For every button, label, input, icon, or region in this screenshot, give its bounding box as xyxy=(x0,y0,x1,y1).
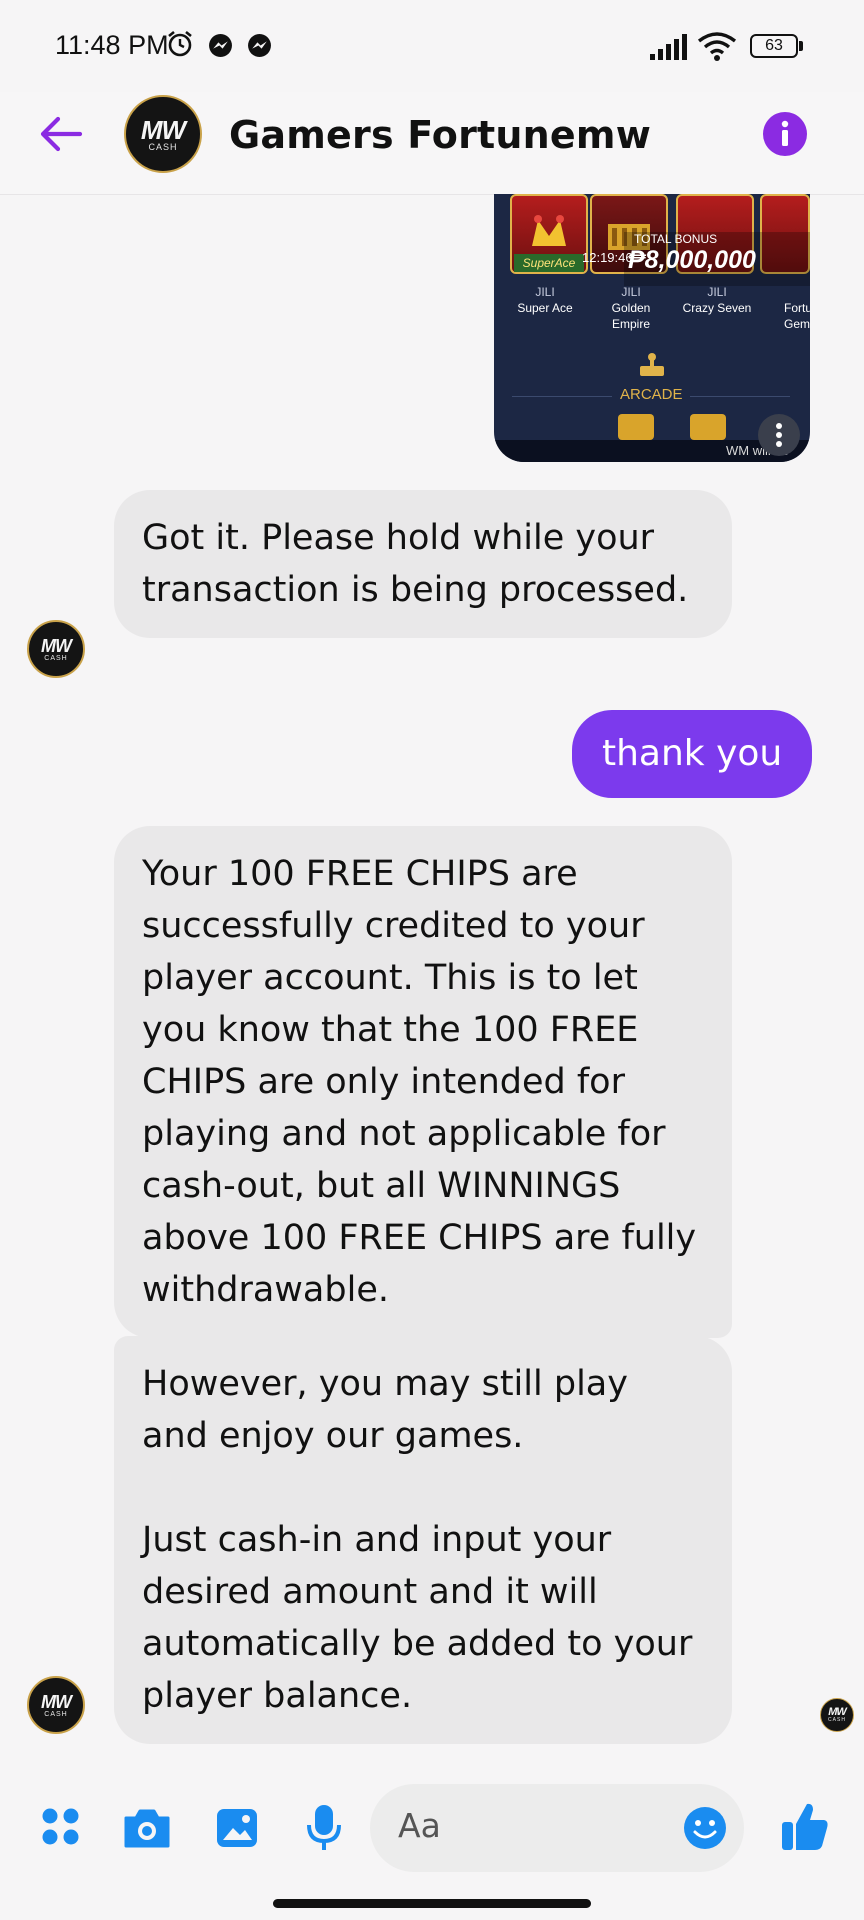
thumbs-up-icon[interactable] xyxy=(780,1800,830,1852)
avatar-logo-sub: CASH xyxy=(828,1717,846,1723)
bonus-title: TOTAL BONUS xyxy=(634,232,718,246)
info-icon[interactable] xyxy=(762,111,808,157)
sender-avatar[interactable]: MW CASH xyxy=(27,1676,85,1734)
chat-title[interactable]: Gamers Fortunemw xyxy=(229,113,651,157)
message-incoming[interactable]: However, you may still play and enjoy ou… xyxy=(114,1336,732,1744)
seen-receipt-avatar: MW CASH xyxy=(820,1698,854,1732)
avatar-logo-mark: MW xyxy=(41,635,72,656)
game-provider: JILI xyxy=(621,285,641,299)
arcade-section-line-right xyxy=(690,396,790,397)
game-name: Fortune Gems xyxy=(784,301,810,331)
avatar-logo-mark: MW xyxy=(41,1691,72,1712)
message-incoming[interactable]: Your 100 FREE CHIPS are successfully cre… xyxy=(114,826,732,1338)
game-label-2: JILI Golden Empire xyxy=(590,284,672,332)
wifi-icon xyxy=(697,32,737,61)
back-arrow-icon[interactable] xyxy=(38,114,84,154)
bonus-timer: 12:19:46 xyxy=(582,250,633,265)
game-label-3: JILI Crazy Seven xyxy=(676,284,758,316)
card-menu-button[interactable] xyxy=(758,414,800,456)
avatar-logo-mark: MW xyxy=(140,114,186,145)
more-actions-icon[interactable] xyxy=(40,1806,82,1848)
avatar-logo-sub: CASH xyxy=(44,1710,68,1718)
jester-hat-icon xyxy=(532,215,566,246)
emoji-icon[interactable] xyxy=(683,1806,727,1850)
more-vertical-icon xyxy=(776,423,782,447)
avatar-logo-sub: CASH xyxy=(44,654,68,662)
battery-level: 63 xyxy=(765,37,783,54)
battery-cap xyxy=(799,41,803,51)
game-name: Golden Empire xyxy=(611,301,651,331)
messenger-notification-icon-2 xyxy=(248,34,271,57)
arcade-thumb-1 xyxy=(618,414,654,440)
game-name: Crazy Seven xyxy=(682,301,752,315)
game-label-4: Fortune Gems xyxy=(784,300,810,332)
arcade-section-line-left xyxy=(512,396,612,397)
arcade-section-label: ARCADE xyxy=(620,386,683,403)
status-time: 11:48 PM xyxy=(55,30,169,60)
super-ace-badge: SuperAce xyxy=(514,254,584,272)
messenger-notification-icon xyxy=(209,34,232,57)
bonus-amount: ₱8,000,000 xyxy=(628,246,756,274)
game-preview-card[interactable]: SuperAce 12:19:46 TOTAL BONUS ₱8,000,000… xyxy=(494,194,810,462)
message-incoming[interactable]: Got it. Please hold while your transacti… xyxy=(114,490,732,638)
game-name: Super Ace xyxy=(517,301,573,315)
gallery-icon[interactable] xyxy=(214,1806,260,1850)
home-indicator[interactable] xyxy=(273,1899,591,1908)
sender-avatar[interactable]: MW CASH xyxy=(27,620,85,678)
microphone-icon[interactable] xyxy=(306,1803,342,1853)
message-input-placeholder: Aa xyxy=(398,1806,441,1845)
avatar-logo-sub: CASH xyxy=(148,141,178,152)
battery-indicator: 63 xyxy=(750,34,798,58)
game-label-1: JILI Super Ace xyxy=(504,284,586,316)
game-thumb-super-ace: SuperAce xyxy=(510,194,588,274)
signal-icon xyxy=(650,34,687,60)
arcade-icon xyxy=(640,353,664,376)
message-outgoing[interactable]: thank you xyxy=(572,710,813,798)
arcade-thumb-2 xyxy=(690,414,726,440)
game-provider: JILI xyxy=(535,285,555,299)
camera-icon[interactable] xyxy=(122,1806,172,1850)
contact-avatar[interactable]: MW CASH xyxy=(124,95,202,173)
total-bonus-banner: 12:19:46 TOTAL BONUS ₱8,000,000 xyxy=(582,232,810,286)
game-provider: JILI xyxy=(707,285,727,299)
alarm-icon xyxy=(168,30,192,57)
